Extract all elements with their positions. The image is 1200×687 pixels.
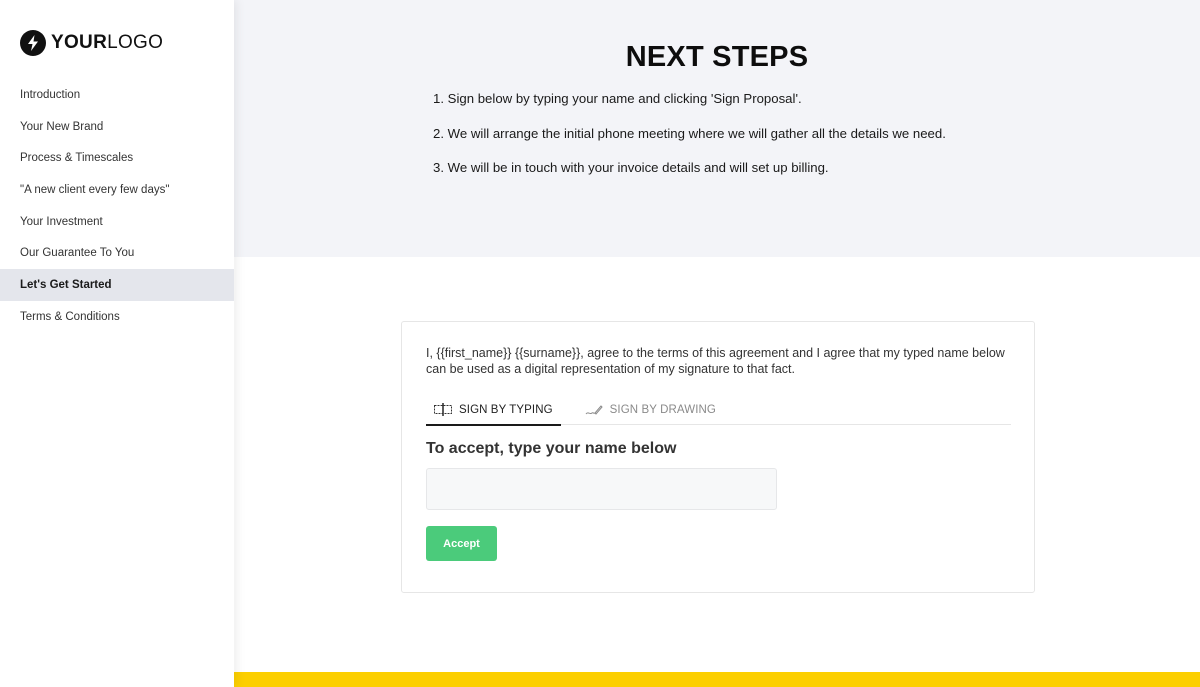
step-item: 1. Sign below by typing your name and cl… bbox=[433, 91, 802, 106]
logo[interactable]: YOURLOGO bbox=[20, 30, 163, 56]
text-cursor-icon bbox=[434, 403, 452, 416]
sidebar-item-introduction[interactable]: Introduction bbox=[0, 79, 234, 111]
sidebar: YOURLOGO Introduction Your New Brand Pro… bbox=[0, 0, 234, 687]
lightning-bolt-icon bbox=[20, 30, 46, 56]
sidebar-item-process-timescales[interactable]: Process & Timescales bbox=[0, 142, 234, 174]
steps-list: 1. Sign below by typing your name and cl… bbox=[433, 90, 946, 194]
sidebar-nav: Introduction Your New Brand Process & Ti… bbox=[0, 79, 234, 333]
tab-label: SIGN BY DRAWING bbox=[609, 404, 716, 416]
step-item: 3. We will be in touch with your invoice… bbox=[433, 160, 829, 176]
accept-instruction: To accept, type your name below bbox=[426, 440, 677, 457]
tab-sign-by-drawing[interactable]: SIGN BY DRAWING bbox=[577, 395, 724, 425]
footer-accent-bar bbox=[234, 672, 1200, 687]
page-title: NEXT STEPS bbox=[625, 41, 809, 73]
accept-button[interactable]: Accept bbox=[426, 526, 497, 561]
signature-card: I, {{first_name}} {{surname}}, agree to … bbox=[401, 321, 1035, 593]
sidebar-item-your-new-brand[interactable]: Your New Brand bbox=[0, 111, 234, 143]
tab-label: SIGN BY TYPING bbox=[459, 403, 553, 416]
tab-sign-by-typing[interactable]: SIGN BY TYPING bbox=[426, 395, 561, 426]
sidebar-item-new-client[interactable]: "A new client every few days" bbox=[0, 174, 234, 206]
next-steps-section: NEXT STEPS 1. Sign below by typing your … bbox=[234, 0, 1200, 257]
sidebar-item-lets-get-started[interactable]: Let's Get Started bbox=[0, 269, 234, 301]
step-item: 2. We will arrange the initial phone mee… bbox=[433, 125, 946, 141]
sidebar-item-terms-conditions[interactable]: Terms & Conditions bbox=[0, 301, 234, 333]
logo-text: YOURLOGO bbox=[51, 32, 164, 53]
signature-name-input[interactable] bbox=[426, 468, 777, 510]
main-content: NEXT STEPS 1. Sign below by typing your … bbox=[234, 0, 1200, 687]
agreement-text: I, {{first_name}} {{surname}}, agree to … bbox=[426, 346, 1005, 376]
signature-tabs: SIGN BY TYPING SIGN BY DRAWING bbox=[426, 395, 1011, 426]
pen-icon bbox=[585, 404, 603, 416]
sidebar-item-our-guarantee[interactable]: Our Guarantee To You bbox=[0, 237, 234, 269]
sidebar-item-your-investment[interactable]: Your Investment bbox=[0, 206, 234, 238]
